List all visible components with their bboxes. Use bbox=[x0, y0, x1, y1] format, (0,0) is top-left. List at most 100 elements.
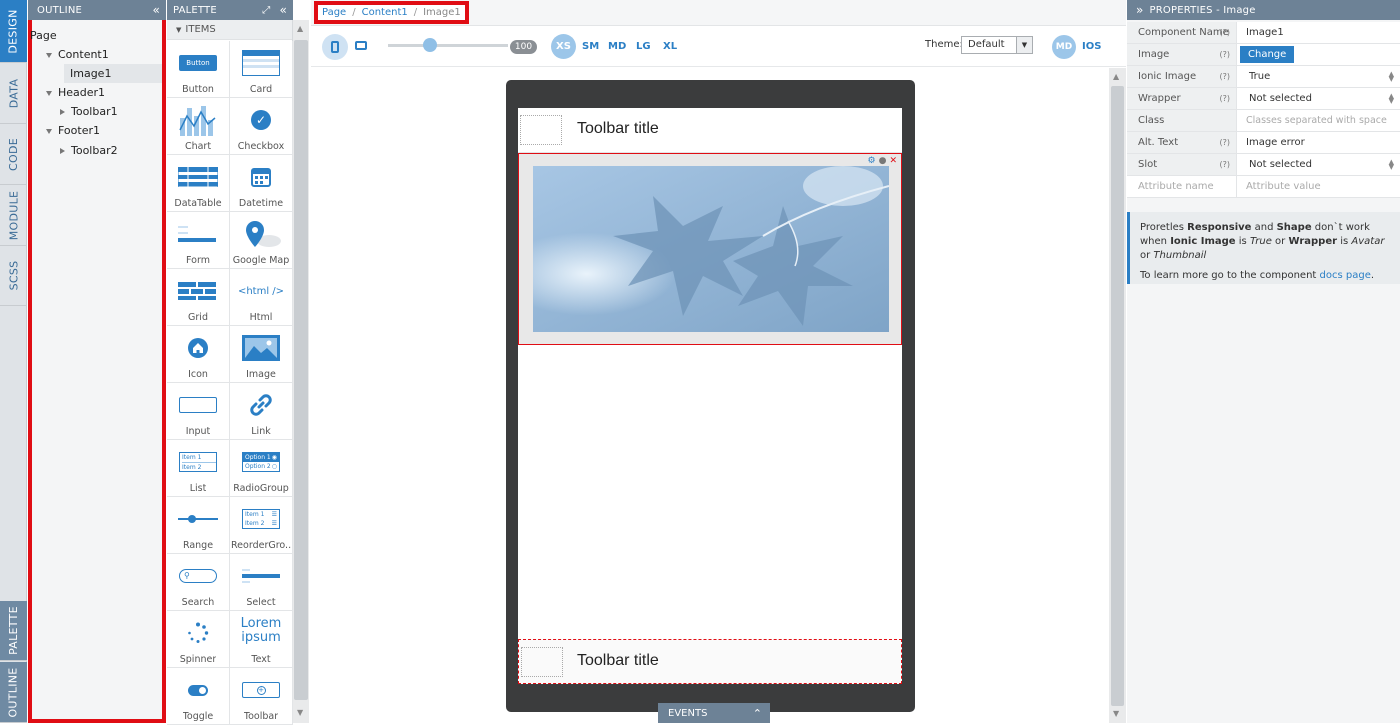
palette-item-chart[interactable]: Chart bbox=[167, 98, 230, 155]
expand-triangle-icon[interactable] bbox=[46, 90, 52, 96]
wrapper-select[interactable]: Not selected ▲ ▼ bbox=[1237, 88, 1400, 109]
palette-item-datatable[interactable]: DataTable bbox=[167, 155, 230, 212]
toolbar-start-slot[interactable] bbox=[521, 647, 563, 677]
palette-item-radiogroup[interactable]: Option 1 ◉ Option 2 ○ RadioGroup bbox=[230, 440, 293, 497]
palette-item-html[interactable]: <html /> Html bbox=[230, 269, 293, 326]
tree-node-content1[interactable]: Content1 bbox=[46, 48, 109, 61]
palette-item-checkbox[interactable]: ✓ Checkbox bbox=[230, 98, 293, 155]
scroll-up-icon[interactable]: ▲ bbox=[1113, 72, 1119, 81]
help-icon[interactable]: (?) bbox=[1220, 28, 1231, 37]
breakpoint-lg[interactable]: LG bbox=[636, 41, 651, 52]
breakpoint-xs[interactable]: XS bbox=[551, 34, 576, 59]
tree-node-image1[interactable]: Image1 bbox=[64, 64, 162, 83]
expand-icon[interactable]: ⤢ bbox=[262, 5, 270, 16]
canvas-scrollbar[interactable]: ▲ ▼ bbox=[1109, 68, 1126, 723]
breadcrumb-content1[interactable]: Content1 bbox=[362, 7, 408, 18]
palette-item-list[interactable]: Item 1 Item 2 List bbox=[167, 440, 230, 497]
theme-select[interactable]: Default ▼ bbox=[961, 36, 1033, 54]
alt-text-input[interactable]: Image error bbox=[1246, 137, 1305, 148]
collapsed-triangle-icon[interactable] bbox=[60, 148, 65, 154]
tab-design[interactable]: DESIGN bbox=[0, 0, 27, 63]
help-icon[interactable]: (?) bbox=[1220, 138, 1231, 147]
footer-toolbar[interactable]: Toolbar title bbox=[518, 639, 902, 684]
scroll-up-icon[interactable]: ▲ bbox=[297, 24, 303, 33]
phone-landscape-icon[interactable] bbox=[355, 41, 367, 50]
help-icon[interactable]: (?) bbox=[1220, 94, 1231, 103]
slot-select[interactable]: Not selected ▲ ▼ bbox=[1237, 154, 1400, 175]
tab-scss[interactable]: SCSS bbox=[0, 246, 27, 306]
ionic-image-select[interactable]: True ▲ ▼ bbox=[1237, 66, 1400, 87]
toolbar-start-slot[interactable] bbox=[520, 115, 562, 145]
palette-scrollbar[interactable]: ▲ ▼ bbox=[293, 20, 309, 723]
zoom-slider-track[interactable] bbox=[388, 44, 508, 47]
list-preview-item: Item 1 bbox=[182, 453, 216, 463]
palette-item-text[interactable]: Lorem ipsum Text bbox=[230, 611, 293, 668]
tree-node-footer1[interactable]: Footer1 bbox=[46, 124, 100, 137]
palette-item-icon[interactable]: Icon bbox=[167, 326, 230, 383]
palette-scroll-thumb[interactable] bbox=[294, 40, 308, 700]
palette-item-input[interactable]: Input bbox=[167, 383, 230, 440]
palette-item-toggle[interactable]: Toggle bbox=[167, 668, 230, 725]
palette-item-spinner[interactable]: Spinner bbox=[167, 611, 230, 668]
tree-node-toolbar1[interactable]: Toolbar1 bbox=[60, 105, 118, 118]
double-chevron-left-icon[interactable]: « bbox=[152, 3, 160, 17]
tree-node-header1[interactable]: Header1 bbox=[46, 86, 105, 99]
image-component[interactable]: ⚙ ● ✕ bbox=[518, 153, 902, 345]
header-toolbar[interactable]: Toolbar title bbox=[518, 108, 902, 153]
breakpoint-md[interactable]: MD bbox=[608, 41, 626, 52]
checkbox-icon: ✓ bbox=[251, 110, 271, 130]
palette-item-grid[interactable]: Grid bbox=[167, 269, 230, 326]
events-panel-tab[interactable]: EVENTS ⌃ bbox=[658, 703, 770, 723]
platform-md-button[interactable]: MD bbox=[1052, 35, 1076, 59]
help-icon[interactable]: (?) bbox=[1220, 160, 1231, 169]
attribute-value-input[interactable]: Attribute value bbox=[1246, 181, 1321, 192]
palette-item-datetime[interactable]: Datetime bbox=[230, 155, 293, 212]
double-chevron-right-icon[interactable]: » bbox=[1136, 3, 1144, 17]
tab-data[interactable]: DATA bbox=[0, 63, 27, 124]
collapsed-triangle-icon[interactable] bbox=[60, 109, 65, 115]
scroll-down-icon[interactable]: ▼ bbox=[297, 708, 303, 717]
breakpoint-xl[interactable]: XL bbox=[663, 41, 677, 52]
attribute-name-input[interactable]: Attribute name bbox=[1138, 181, 1214, 192]
close-icon[interactable]: ✕ bbox=[889, 156, 897, 166]
tree-node-toolbar2[interactable]: Toolbar2 bbox=[60, 144, 118, 157]
tab-outline[interactable]: OUTLINE bbox=[0, 662, 27, 723]
expand-triangle-icon[interactable] bbox=[46, 52, 52, 58]
more-icon[interactable]: ● bbox=[879, 156, 887, 166]
docs-page-link[interactable]: docs page bbox=[1320, 270, 1371, 281]
palette-item-form[interactable]: Form bbox=[167, 212, 230, 269]
tree-node-page[interactable]: Page bbox=[30, 29, 57, 42]
portrait-device-button[interactable] bbox=[322, 34, 348, 60]
palette-item-button[interactable]: Button Button bbox=[167, 41, 230, 98]
double-chevron-left-icon[interactable]: « bbox=[279, 3, 287, 17]
gear-icon[interactable]: ⚙ bbox=[868, 156, 876, 166]
palette-item-card[interactable]: Card bbox=[230, 41, 293, 98]
platform-ios-button[interactable]: IOS bbox=[1082, 41, 1101, 52]
palette-item-image[interactable]: Image bbox=[230, 326, 293, 383]
palette-item-reordergroup[interactable]: Item 1 ☰ Item 2 ☰ ReorderGro... bbox=[230, 497, 293, 554]
scroll-down-icon[interactable]: ▼ bbox=[1113, 709, 1119, 718]
prop-key: Ionic Image bbox=[1138, 71, 1197, 82]
canvas-scroll-thumb[interactable] bbox=[1111, 86, 1124, 706]
tab-palette[interactable]: PALETTE bbox=[0, 601, 27, 661]
breadcrumb-page[interactable]: Page bbox=[322, 7, 346, 18]
palette-item-link[interactable]: Link bbox=[230, 383, 293, 440]
zoom-slider-thumb[interactable] bbox=[423, 38, 437, 52]
change-image-button[interactable]: Change bbox=[1240, 46, 1295, 63]
tab-code[interactable]: CODE bbox=[0, 124, 27, 185]
expand-triangle-icon[interactable] bbox=[46, 128, 52, 134]
double-chevron-up-icon[interactable]: ⌃ bbox=[753, 707, 762, 720]
palette-item-google-map[interactable]: Google Map bbox=[230, 212, 293, 269]
breakpoint-sm[interactable]: SM bbox=[582, 41, 599, 52]
class-input[interactable]: Classes separated with space bbox=[1246, 115, 1387, 126]
palette-section-items[interactable]: ▼ ITEMS bbox=[167, 20, 292, 40]
tab-module[interactable]: MODULE bbox=[0, 185, 27, 246]
help-icon[interactable]: (?) bbox=[1220, 72, 1231, 81]
properties-title: PROPERTIES - Image bbox=[1149, 4, 1256, 16]
palette-item-toolbar[interactable]: + Toolbar bbox=[230, 668, 293, 725]
palette-item-select[interactable]: Select bbox=[230, 554, 293, 611]
palette-item-range[interactable]: Range bbox=[167, 497, 230, 554]
help-icon[interactable]: (?) bbox=[1220, 50, 1231, 59]
palette-item-search[interactable]: ⚲ Search bbox=[167, 554, 230, 611]
component-name-field[interactable]: Image1 bbox=[1246, 27, 1284, 38]
